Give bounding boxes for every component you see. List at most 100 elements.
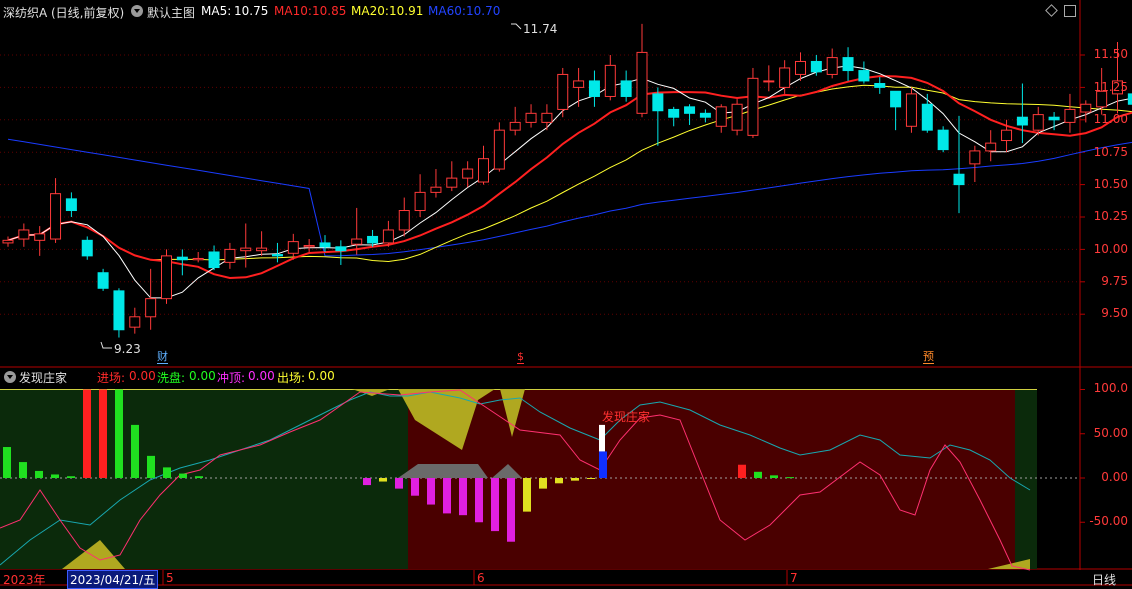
candle-body [335, 246, 347, 252]
xipan-bar [147, 455, 155, 478]
indicator-tick: -50.00 [1089, 514, 1128, 528]
chongding-value: 0.00 [248, 369, 275, 383]
signal-label: 发现庄家 [602, 410, 651, 424]
chongding-bar [475, 478, 483, 523]
candle-body [493, 129, 505, 170]
candle-body [636, 51, 648, 114]
xipan-bar [51, 474, 59, 478]
xipan-bar [3, 447, 11, 478]
xipan-bar [35, 470, 43, 478]
candle-body [1016, 116, 1028, 126]
signal-bar-blue [599, 451, 607, 478]
candle-body [874, 83, 886, 88]
ma20-line [7, 84, 1132, 263]
candle-body [430, 186, 442, 193]
candle-body [224, 248, 236, 263]
candle-body [50, 193, 62, 240]
candle-body [97, 272, 109, 289]
candle-body [287, 241, 299, 254]
chuchang-bar [555, 478, 563, 484]
month-label: 6 [477, 571, 485, 585]
candle-body [620, 80, 632, 97]
candle-body [842, 57, 854, 72]
price-tick: 10.00 [1093, 242, 1128, 256]
indicator-dropdown-icon[interactable] [4, 371, 16, 383]
candle-body [731, 103, 743, 131]
candle-body [414, 191, 426, 212]
indicator-green-zone-end [1015, 389, 1037, 569]
xipan-bar [19, 462, 27, 478]
candle-body [969, 150, 981, 165]
candle-body [747, 77, 759, 136]
candle-body [684, 106, 696, 114]
candle-body [145, 298, 157, 318]
candle-body [462, 168, 474, 179]
candle-body [240, 247, 252, 252]
event-marker-dividend[interactable]: $ [517, 351, 524, 364]
chongding-bar [507, 478, 515, 542]
period-button[interactable]: 日线 [1092, 571, 1116, 588]
event-marker-forecast[interactable]: 预 [923, 351, 934, 364]
candle-body [34, 233, 46, 241]
jinchang-value: 0.00 [129, 369, 156, 383]
chuchang-value: 0.00 [308, 369, 335, 383]
xipan-bar [786, 477, 794, 479]
chongding-bar [427, 478, 435, 505]
price-tick: 9.50 [1101, 306, 1128, 320]
candle-body [256, 247, 268, 252]
xipan-bar [115, 389, 123, 478]
price-tick: 11.00 [1093, 112, 1128, 126]
candle-body [208, 251, 220, 269]
candle-body [810, 60, 822, 73]
event-marker-financial[interactable]: 财 [157, 351, 168, 364]
candle-body [18, 229, 30, 240]
chuchang-bar [523, 478, 531, 512]
xipan-bar [770, 475, 778, 478]
price-tick: 10.50 [1093, 177, 1128, 191]
high-leader [511, 23, 522, 30]
price-tick: 10.75 [1093, 145, 1128, 159]
kline-chart[interactable] [0, 0, 1132, 586]
candle-body [525, 112, 537, 123]
jinchang-bar [99, 389, 107, 478]
month-label: 5 [166, 571, 174, 585]
candle-body [303, 245, 315, 248]
candle-body [573, 80, 585, 88]
candle-body [779, 67, 791, 88]
jinchang-bar [738, 464, 746, 478]
candle-body [319, 242, 331, 248]
candle-body [113, 290, 125, 331]
year-label: 2023年 [3, 573, 46, 587]
indicator-green-zone [0, 389, 408, 569]
candle-body [176, 256, 188, 261]
candle-body [1032, 114, 1044, 131]
chongding-bar [395, 478, 403, 489]
indicator-title[interactable]: 发现庄家 [19, 369, 67, 386]
candle-body [557, 73, 569, 110]
candle-body [937, 129, 949, 151]
candle-body [795, 60, 806, 75]
price-tick: 11.25 [1093, 80, 1128, 94]
price-annotations [100, 23, 522, 349]
indicator-tick: 100.0 [1093, 381, 1128, 395]
candle-body [699, 112, 711, 118]
price-axis: 11.50 11.25 11.00 10.75 10.50 10.25 10.0… [1080, 0, 1132, 367]
candle-body [652, 93, 664, 112]
month-label: 7 [790, 571, 798, 585]
xipan-bar [179, 473, 187, 478]
candle-body [1064, 108, 1076, 123]
jinchang-label: 进场: [97, 371, 126, 385]
chongding-bar [363, 478, 371, 486]
candle-body [509, 121, 521, 131]
chongding-bar [411, 478, 419, 496]
candle-body [1048, 116, 1060, 121]
candle-body [398, 210, 410, 231]
candle-body [81, 239, 93, 257]
low-leader [100, 341, 112, 349]
candle-body [161, 255, 172, 300]
candle-body [382, 229, 394, 244]
price-tick: 10.25 [1093, 209, 1128, 223]
candle-body [1001, 129, 1013, 142]
chuchang-bar [571, 478, 579, 481]
ma60-line [7, 138, 1132, 257]
